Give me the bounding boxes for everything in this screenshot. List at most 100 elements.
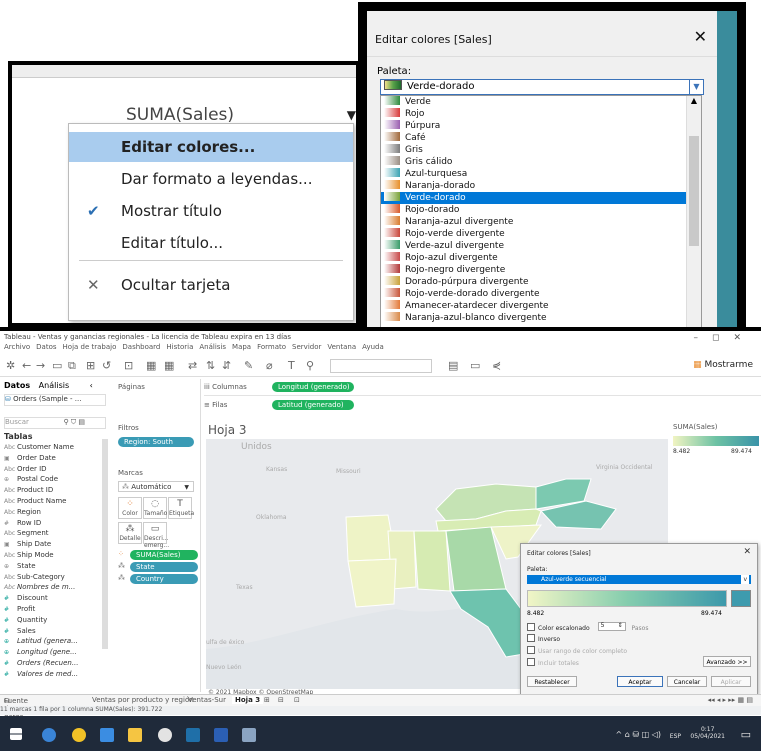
state-alabama[interactable] — [413, 530, 451, 592]
mark-pill-country[interactable]: Country — [130, 574, 198, 584]
search-icon[interactable]: ⚲ ⛉ ▤ — [64, 418, 85, 427]
checkbox-box[interactable] — [527, 646, 535, 654]
fit-select[interactable] — [330, 359, 432, 373]
apply-button[interactable]: Aplicar — [711, 676, 751, 687]
mark-pill-state[interactable]: State — [130, 562, 198, 572]
windows-start-icon[interactable] — [10, 728, 22, 740]
tab-sheet-hoja-3[interactable]: Hoja 3 — [232, 696, 264, 704]
context-menu-item[interactable]: Editar título... — [69, 228, 353, 258]
cancel-button[interactable]: Cancelar — [667, 676, 707, 687]
menu-item[interactable]: Mapa — [232, 343, 251, 351]
palette-option[interactable]: Rojo-verde divergente — [381, 228, 701, 240]
group-icon[interactable]: ⌀ — [266, 359, 273, 372]
notification-icon[interactable]: ▭ — [741, 728, 751, 741]
palette-dropdown-list[interactable]: Verde Rojo Púrpura Café Gris Gris cálido Azul-… — [380, 95, 702, 327]
palette-option[interactable]: Dorado-púrpura divergente — [381, 276, 701, 288]
folder-icon[interactable] — [128, 728, 142, 742]
share-icon[interactable]: ⋞ — [492, 359, 501, 372]
menu-item[interactable]: Archivo — [4, 343, 30, 351]
menu-item[interactable]: Formato — [257, 343, 286, 351]
duplicate-icon[interactable]: ⊡ — [124, 359, 133, 372]
field-item[interactable]: ⊕ Postal Code — [4, 475, 58, 483]
field-search-input[interactable]: Buscar ⚲ ⛉ ▤ — [4, 417, 106, 429]
palette-option[interactable]: Café — [381, 132, 701, 144]
new-sheet-icon[interactable]: ⊞ — [264, 696, 270, 704]
scroll-up-icon[interactable]: ▲ — [687, 96, 701, 105]
menu-item[interactable]: Ayuda — [362, 343, 384, 351]
scrollbar[interactable] — [102, 439, 108, 649]
context-menu-item[interactable]: Editar colores... — [69, 132, 353, 162]
tab-analisis[interactable]: Análisis — [39, 381, 69, 390]
edge-icon[interactable] — [42, 728, 56, 742]
size-button[interactable]: ◌ Tamaño — [143, 497, 167, 519]
detail-button[interactable]: ⁂ Detalle — [118, 522, 142, 544]
palette-option[interactable]: Púrpura — [381, 120, 701, 132]
end-color-swatch[interactable] — [731, 590, 751, 607]
presentation-icon[interactable]: ▭ — [470, 359, 480, 372]
save-icon[interactable]: ▭ — [52, 359, 62, 372]
columns-pill[interactable]: Longitud (generado) — [272, 382, 354, 392]
rows-pill[interactable]: Latitud (generado) — [272, 400, 354, 410]
context-menu-item[interactable]: Dar formato a leyendas... — [69, 164, 353, 194]
mail-icon[interactable] — [242, 728, 256, 742]
stepped-color-checkbox[interactable]: Color escalonado 5 ⇕ Pasos — [527, 622, 648, 632]
palette-option[interactable]: Verde-dorado — [381, 192, 701, 204]
collapse-icon[interactable]: ‹ — [90, 381, 93, 390]
explorer-icon[interactable] — [100, 728, 114, 742]
sort-desc-icon[interactable]: ⇵ — [222, 359, 231, 372]
close-icon[interactable]: ✕ — [694, 27, 707, 46]
filter-pill-region[interactable]: Region: South — [118, 437, 194, 447]
context-menu-item[interactable]: ✕ Ocultar tarjeta — [69, 270, 353, 300]
clock[interactable]: 0:17 05/04/2021 — [690, 726, 725, 740]
field-item[interactable]: # Orders (Recuen... — [4, 659, 79, 667]
field-item[interactable]: ▣ Ship Date — [4, 540, 51, 548]
tableau-logo-icon[interactable]: ✲ — [6, 359, 15, 372]
palette-select[interactable]: Verde-dorado ▼ — [380, 79, 704, 95]
palette-option[interactable]: Rojo-dorado — [381, 204, 701, 216]
field-item[interactable]: ▣ Order Date — [4, 454, 56, 462]
field-item[interactable]: # Quantity — [4, 616, 47, 624]
menu-item[interactable]: Dashboard — [122, 343, 160, 351]
palette-option[interactable]: Azul-turquesa — [381, 168, 701, 180]
new-story-icon[interactable]: ⊡ — [294, 696, 300, 704]
mark-pill-sales[interactable]: SUMA(Sales) — [130, 550, 198, 560]
clear-icon[interactable]: ▦ — [164, 359, 174, 372]
tab-sheet-ventas-producto[interactable]: Ventas por producto y región — [92, 696, 194, 704]
field-item[interactable]: # Profit — [4, 605, 35, 613]
data-source-item[interactable]: ⛁ Orders (Sample - ... — [4, 394, 106, 406]
context-menu-item[interactable]: ✔ Mostrar título — [69, 196, 353, 226]
menu-item[interactable]: Datos — [36, 343, 56, 351]
tableau-taskbar-icon[interactable] — [186, 728, 200, 742]
reset-button[interactable]: Restablecer — [527, 676, 577, 687]
chrome-icon[interactable] — [72, 728, 86, 742]
tooltip-button[interactable]: ▭ Descri... emerg... — [143, 522, 169, 549]
chevron-down-icon[interactable]: v — [741, 575, 749, 584]
menu-item[interactable]: Historia — [166, 343, 193, 351]
palette-option[interactable]: Naranja-azul-blanco divergente — [381, 312, 701, 324]
field-item[interactable]: ⊕ Longitud (gene... — [4, 648, 77, 656]
field-item[interactable]: ⊕ State — [4, 562, 36, 570]
field-item[interactable]: Abc Customer Name — [4, 443, 74, 451]
new-dashboard-icon[interactable]: ⊟ — [278, 696, 284, 704]
field-item[interactable]: # Row ID — [4, 519, 41, 527]
stepper-arrows-icon[interactable]: ⇕ — [618, 622, 623, 629]
scrollbar[interactable]: ▲ — [686, 96, 701, 327]
mark-type-select[interactable]: ⁂ Automático ▼ — [118, 481, 194, 492]
chevron-down-icon[interactable]: ▼ — [689, 80, 703, 94]
reverse-checkbox[interactable]: Inverso — [527, 634, 560, 643]
palette-option[interactable]: Rojo-verde-dorado divergente — [381, 288, 701, 300]
ok-button[interactable]: Aceptar — [617, 676, 663, 687]
palette-option[interactable]: Verde — [381, 96, 701, 108]
field-item[interactable]: Abc Sub-Category — [4, 573, 65, 581]
field-item[interactable]: # Sales — [4, 627, 36, 635]
field-item[interactable]: Abc Region — [4, 508, 41, 516]
field-item[interactable]: # Valores de med... — [4, 670, 78, 678]
labels-icon[interactable]: ▤ — [448, 359, 458, 372]
palette-option[interactable]: Gris cálido — [381, 156, 701, 168]
color-gradient-preview[interactable] — [527, 590, 727, 607]
palette-select[interactable]: Azul-verde secuencial v — [527, 575, 751, 584]
tab-datos[interactable]: Datos — [4, 381, 30, 390]
new-sheet-icon[interactable]: ⊞ — [86, 359, 95, 372]
tray-icons[interactable]: ^ ⌂ ⛁ ◫ ◁) — [616, 730, 662, 739]
show-me-button[interactable]: ▦ Mostrarme — [693, 360, 753, 370]
